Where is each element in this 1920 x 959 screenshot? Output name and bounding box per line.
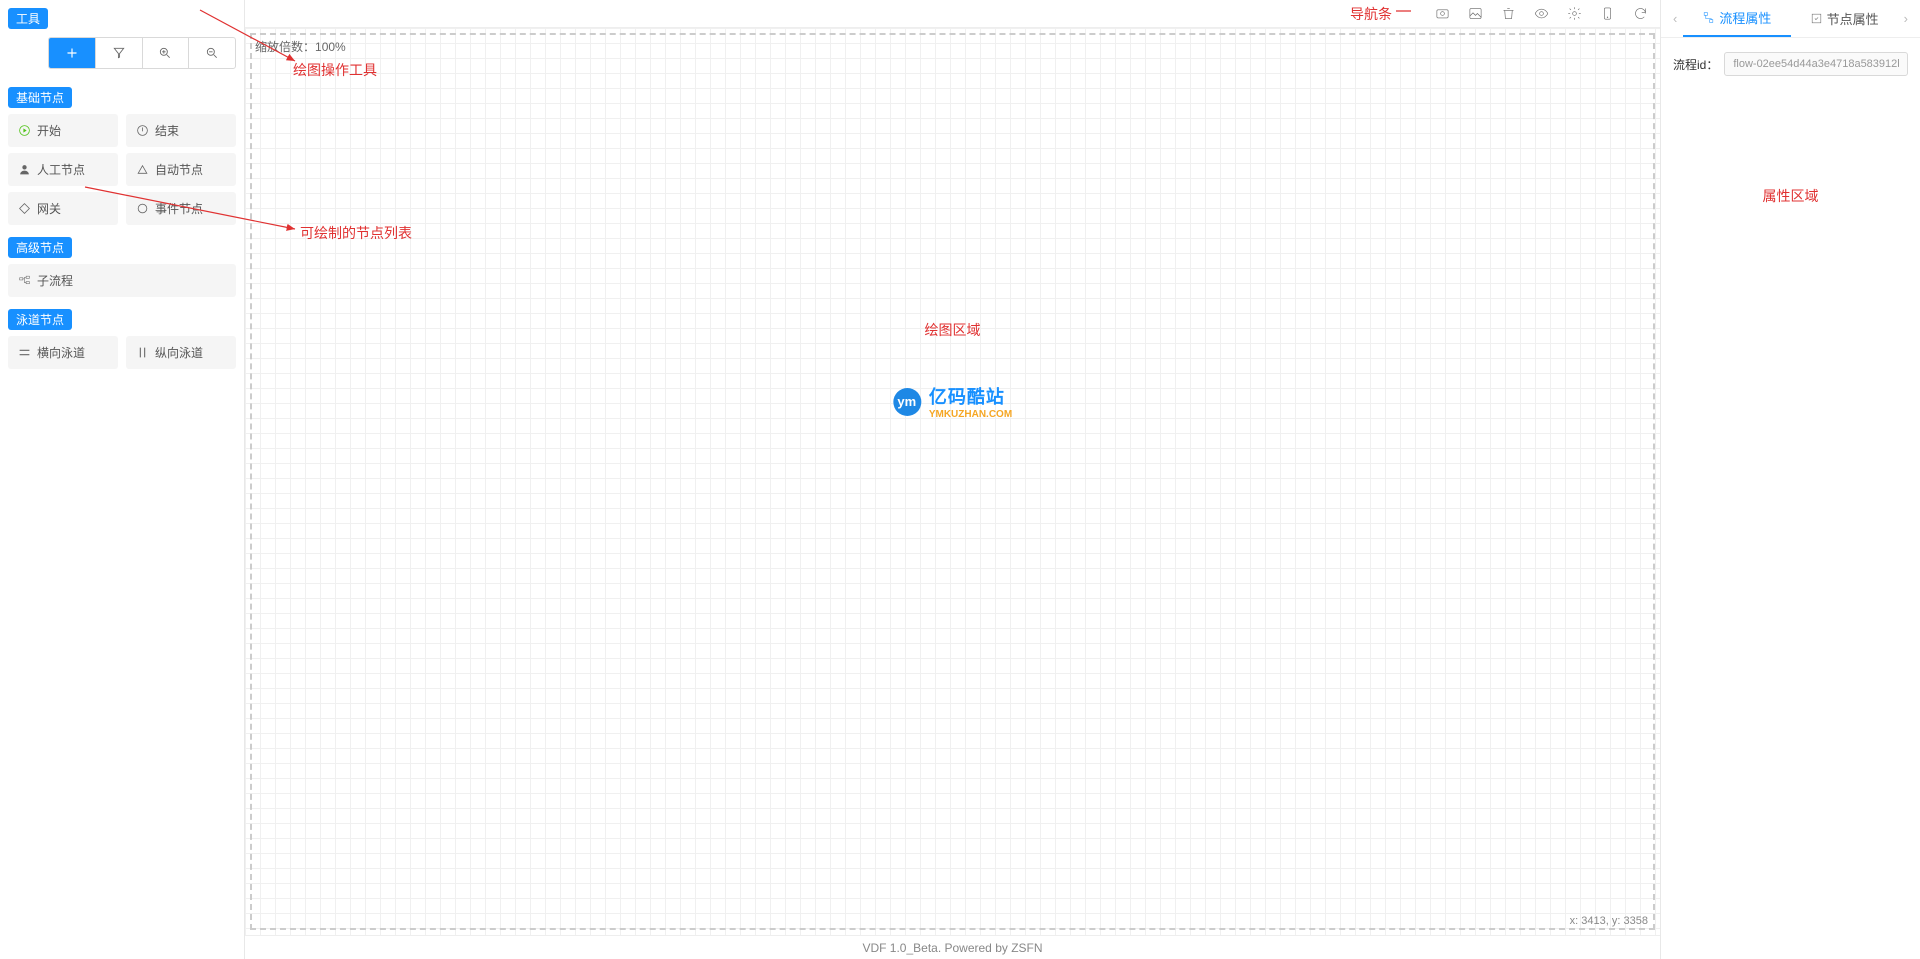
footer: VDF 1.0_Beta. Powered by ZSFN: [245, 935, 1660, 959]
nav-image-icon[interactable]: [1468, 6, 1483, 21]
annotation-nodes: 可绘制的节点列表: [300, 223, 412, 243]
circle-icon: [136, 202, 149, 215]
node-icon: [1810, 12, 1823, 25]
nav-mobile-icon[interactable]: [1600, 6, 1615, 21]
vlane-icon: [136, 346, 149, 359]
nav-bar: 导航条: [245, 0, 1660, 28]
watermark: ym 亿码酷站 YMKUZHAN.COM: [893, 383, 1012, 420]
node-label: 事件节点: [155, 200, 203, 217]
play-icon: [18, 124, 31, 137]
zoom-indicator: 缩放倍数：100%: [255, 38, 346, 55]
subflow-icon: [18, 274, 31, 287]
tab-node-properties[interactable]: 节点属性: [1791, 1, 1898, 36]
annotation-nav: 导航条: [1350, 4, 1392, 24]
flow-id-label: 流程id：: [1673, 56, 1718, 73]
toolbar-filter-button[interactable]: [96, 38, 143, 68]
tabs-prev-arrow-icon[interactable]: ‹: [1667, 5, 1683, 32]
canvas[interactable]: 缩放倍数：100% 绘图操作工具 可绘制的节点列表 绘图区域 ym 亿码酷站 Y…: [245, 28, 1660, 935]
power-icon: [136, 124, 149, 137]
annotation-tools: 绘图操作工具: [293, 60, 377, 80]
tools-sidebar: 工具 基础节点开始 结束人工节点 自动节点网关 事件节点高级节点子流程泳道节点横向泳道…: [0, 0, 245, 959]
node-label: 横向泳道: [37, 344, 85, 361]
triangle-icon: [136, 163, 149, 176]
toolbar-plus-button[interactable]: [49, 38, 96, 68]
coordinates: x: 3413, y: 3358: [1570, 915, 1648, 927]
toolbar-zoom-in-button[interactable]: [143, 38, 190, 68]
flow-icon: [1702, 11, 1715, 24]
node-palette-item[interactable]: 开始: [8, 114, 118, 147]
properties-panel: ‹ 流程属性 节点属性 › 流程id： 属性区域: [1660, 0, 1920, 959]
nav-eye-icon[interactable]: [1534, 6, 1549, 21]
node-palette-item[interactable]: 子流程: [8, 264, 236, 297]
annotation-canvas: 绘图区域: [925, 320, 981, 340]
annotation-panel: 属性区域: [1673, 186, 1908, 206]
node-label: 开始: [37, 122, 61, 139]
node-palette-item[interactable]: 纵向泳道: [126, 336, 236, 369]
node-label: 自动节点: [155, 161, 203, 178]
node-label: 子流程: [37, 272, 73, 289]
node-palette-item[interactable]: 事件节点: [126, 192, 236, 225]
nav-settings-icon[interactable]: [1567, 6, 1582, 21]
node-palette-item[interactable]: 自动节点: [126, 153, 236, 186]
properties-tabs: ‹ 流程属性 节点属性 ›: [1661, 0, 1920, 38]
main-area: 导航条 缩放倍数：100% 绘图操作工具 可绘制的节点列表 绘: [245, 0, 1660, 959]
section-header: 基础节点: [8, 87, 72, 108]
node-label: 结束: [155, 122, 179, 139]
node-palette-item[interactable]: 人工节点: [8, 153, 118, 186]
nav-refresh-icon[interactable]: [1633, 6, 1648, 21]
tabs-next-arrow-icon[interactable]: ›: [1898, 5, 1914, 32]
node-label: 纵向泳道: [155, 344, 203, 361]
nav-delete-icon[interactable]: [1501, 6, 1516, 21]
nav-screenshot-icon[interactable]: [1435, 6, 1450, 21]
section-header: 泳道节点: [8, 309, 72, 330]
node-palette-item[interactable]: 结束: [126, 114, 236, 147]
drawing-toolbar: [48, 37, 236, 69]
tab-flow-properties[interactable]: 流程属性: [1683, 0, 1790, 37]
hlane-icon: [18, 346, 31, 359]
diamond-icon: [18, 202, 31, 215]
sidebar-title: 工具: [8, 8, 48, 29]
watermark-logo-icon: ym: [893, 388, 921, 416]
section-header: 高级节点: [8, 237, 72, 258]
user-icon: [18, 163, 31, 176]
toolbar-zoom-out-button[interactable]: [189, 38, 235, 68]
flow-id-input[interactable]: [1724, 52, 1908, 76]
node-palette-item[interactable]: 横向泳道: [8, 336, 118, 369]
node-label: 网关: [37, 200, 61, 217]
canvas-border: [250, 33, 1655, 930]
node-palette-item[interactable]: 网关: [8, 192, 118, 225]
node-label: 人工节点: [37, 161, 85, 178]
